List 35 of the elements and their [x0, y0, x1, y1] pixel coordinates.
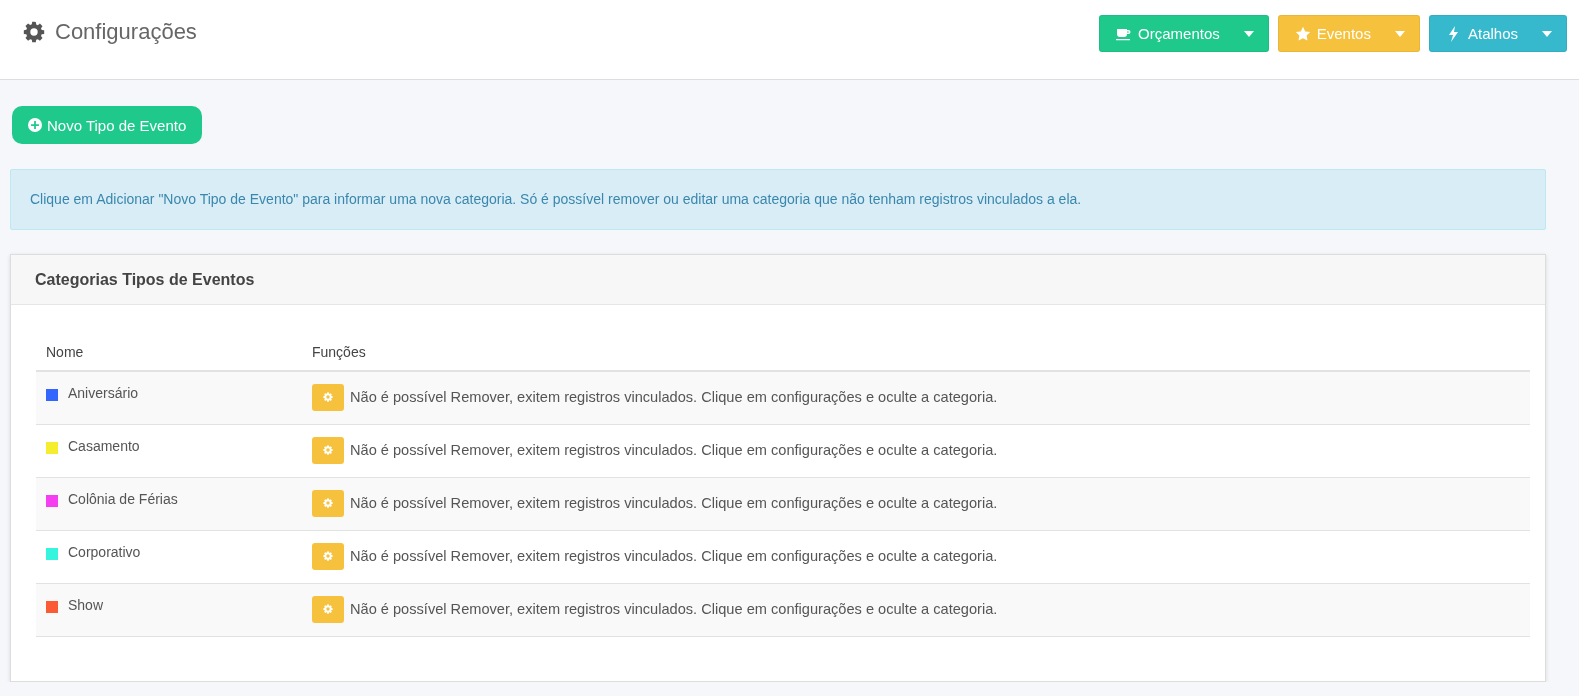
page-title: Configurações — [55, 19, 197, 45]
category-name: Casamento — [68, 438, 140, 454]
category-name: Corporativo — [68, 544, 141, 560]
status-message: Não é possível Remover, exitem registros vinculados. Clique em configurações e oculte a categoria. — [350, 389, 998, 405]
category-name: Show — [68, 597, 104, 613]
settings-button[interactable] — [312, 489, 344, 517]
plus-circle-icon — [28, 118, 42, 132]
column-header: Nome — [45, 343, 85, 362]
gear-icon — [323, 392, 333, 402]
star-icon — [1294, 25, 1311, 42]
gear-icon — [323, 498, 333, 508]
caret-icon — [1243, 30, 1254, 37]
settings-button[interactable] — [312, 436, 344, 464]
gear-icon — [323, 551, 333, 561]
settings-button[interactable] — [312, 383, 344, 411]
settings-button[interactable] — [312, 595, 344, 623]
gear-icon — [323, 445, 333, 455]
dropdown-button[interactable]: Orçamentos — [1099, 15, 1269, 52]
status-message: Não é possível Remover, exitem registros vinculados. Clique em configurações e oculte a categoria. — [350, 601, 998, 617]
settings-button[interactable] — [312, 542, 344, 570]
info-alert: Clique em Adicionar "Novo Tipo de Evento" para informar uma nova categoria. Só é possível remover ou editar uma categoria que não tenham registros vinculados a ela. — [10, 169, 1546, 230]
dropdown-button[interactable]: Atalhos — [1428, 15, 1567, 52]
dropdown-button[interactable]: Eventos — [1277, 15, 1420, 52]
status-message: Não é possível Remover, exitem registros vinculados. Clique em configurações e oculte a categoria. — [350, 442, 998, 458]
card-title: Categorias Tipos de Eventos — [11, 255, 1545, 305]
status-message: Não é possível Remover, exitem registros vinculados. Clique em configurações e oculte a categoria. — [350, 548, 998, 564]
category-name: Aniversário — [68, 385, 139, 401]
caret-icon — [1394, 30, 1405, 37]
column-header: Funções — [312, 343, 367, 362]
caret-icon — [1542, 30, 1552, 37]
gear-icon — [323, 604, 333, 614]
new-event-type-button[interactable]: Novo Tipo de Evento — [12, 106, 203, 144]
category-name: Colônia de Férias — [68, 491, 178, 507]
gear-icon — [23, 21, 45, 43]
status-message: Não é possível Remover, exitem registros vinculados. Clique em configurações e oculte a categoria. — [350, 495, 998, 511]
